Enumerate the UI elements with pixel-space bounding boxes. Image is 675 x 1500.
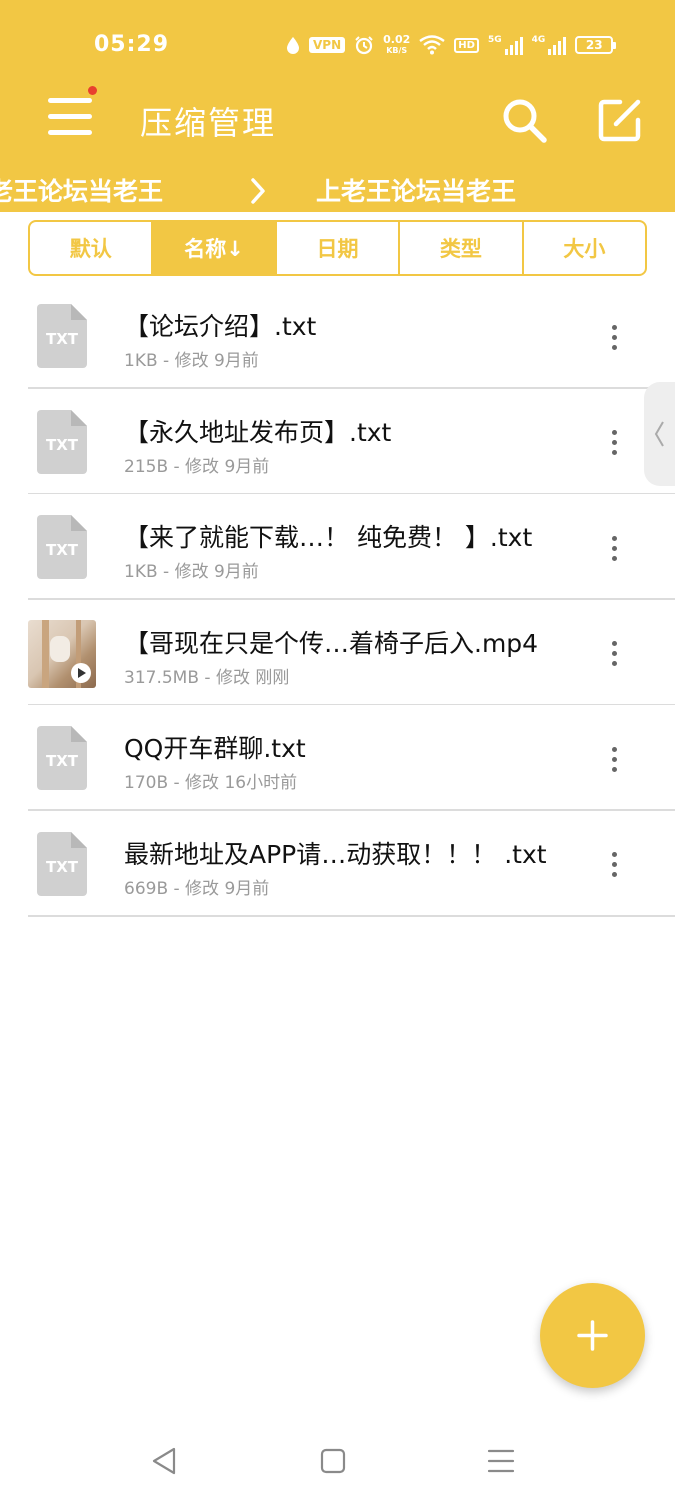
- file-row[interactable]: TXT 最新地址及APP请…动获取！！！ .txt 669B - 修改 9月前: [0, 811, 675, 917]
- sort-tab-type[interactable]: 类型: [400, 222, 524, 274]
- svg-text:TXT: TXT: [46, 858, 79, 876]
- wifi-icon: [419, 35, 445, 55]
- breadcrumb-item[interactable]: 老王论坛当老王: [0, 172, 163, 208]
- file-meta: 669B - 修改 9月前: [124, 878, 270, 899]
- svg-text:TXT: TXT: [46, 436, 79, 454]
- file-row[interactable]: 【哥现在只是个传…着椅子后入.mp4 317.5MB - 修改 刚刚: [0, 600, 675, 706]
- file-name: 最新地址及APP请…动获取！！！ .txt: [124, 839, 547, 869]
- sort-tabs: 默认 名称↓ 日期 类型 大小: [28, 220, 647, 276]
- file-name: 【哥现在只是个传…着椅子后入.mp4: [124, 628, 539, 658]
- file-name: 【论坛介绍】.txt: [124, 312, 317, 341]
- file-meta: 170B - 修改 16小时前: [124, 773, 298, 794]
- more-options-icon[interactable]: [600, 319, 628, 355]
- edit-icon[interactable]: [596, 96, 644, 144]
- more-options-icon[interactable]: [600, 425, 628, 461]
- signal-4g-icon: 4G: [532, 35, 567, 55]
- file-meta: 1KB - 修改 9月前: [124, 351, 259, 371]
- status-time: 05:29: [94, 32, 170, 57]
- txt-file-icon: TXT: [37, 831, 87, 896]
- file-meta: 317.5MB - 修改 刚刚: [124, 667, 290, 688]
- battery-level: 23: [575, 36, 614, 54]
- battery-icon: 23: [575, 36, 617, 54]
- txt-file-icon: TXT: [37, 409, 87, 474]
- app-header: 05:29 VPN 0.02 KB/S HD 5G 4G 23 压缩管理 老王论坛…: [0, 0, 675, 212]
- file-name: QQ开车群聊.txt: [124, 734, 306, 764]
- breadcrumb: 老王论坛当老王 上老王论坛当老王: [0, 168, 675, 212]
- search-icon[interactable]: [500, 96, 548, 144]
- more-options-icon[interactable]: [600, 636, 628, 672]
- chevron-left-icon: [654, 421, 664, 447]
- page-title: 压缩管理: [140, 104, 277, 142]
- sort-tab-date[interactable]: 日期: [277, 222, 401, 274]
- data-saver-icon: [287, 37, 299, 54]
- txt-file-icon: TXT: [37, 515, 87, 580]
- add-button[interactable]: [540, 1283, 645, 1388]
- file-list: TXT 【论坛介绍】.txt 1KB - 修改 9月前 TXT 【永久地址发布页…: [0, 283, 675, 917]
- chevron-right-icon: [251, 178, 265, 204]
- file-row[interactable]: TXT 【论坛介绍】.txt 1KB - 修改 9月前: [0, 283, 675, 389]
- file-name: 【永久地址发布页】.txt: [124, 417, 392, 447]
- recents-lines-icon[interactable]: [484, 1444, 518, 1478]
- file-row[interactable]: TXT 【来了就能下载…！ 纯免费！ 】.txt 1KB - 修改 9月前: [0, 494, 675, 600]
- system-nav-bar: [0, 1410, 675, 1500]
- vpn-badge: VPN: [309, 37, 346, 53]
- file-row[interactable]: TXT QQ开车群聊.txt 170B - 修改 16小时前: [0, 705, 675, 811]
- plus-icon: [577, 1320, 608, 1351]
- alarm-icon: [355, 36, 373, 55]
- video-thumbnail: [28, 619, 96, 688]
- file-row[interactable]: TXT 【永久地址发布页】.txt 215B - 修改 9月前: [0, 389, 675, 495]
- sort-tab-default[interactable]: 默认: [30, 222, 154, 274]
- sort-tab-name[interactable]: 名称↓: [153, 222, 277, 274]
- home-square-icon[interactable]: [316, 1444, 350, 1478]
- status-bar: 05:29 VPN 0.02 KB/S HD 5G 4G 23: [0, 0, 675, 90]
- signal-5g-icon: 5G: [488, 35, 523, 55]
- sort-tab-size[interactable]: 大小: [524, 222, 645, 274]
- play-icon: [71, 662, 91, 683]
- network-speed: 0.02 KB/S: [383, 33, 411, 55]
- more-options-icon[interactable]: [600, 847, 628, 883]
- notification-dot: [88, 86, 97, 95]
- svg-text:TXT: TXT: [46, 330, 79, 348]
- status-icons: VPN 0.02 KB/S HD 5G 4G 23: [286, 30, 617, 60]
- txt-file-icon: TXT: [37, 304, 87, 368]
- breadcrumb-item-current[interactable]: 上老王论坛当老王: [316, 172, 516, 208]
- txt-file-icon: TXT: [37, 726, 87, 791]
- more-options-icon[interactable]: [600, 741, 628, 777]
- file-name: 【来了就能下载…！ 纯免费！ 】.txt: [124, 523, 533, 553]
- more-options-icon[interactable]: [600, 530, 628, 566]
- svg-text:TXT: TXT: [46, 541, 79, 559]
- file-meta: 1KB - 修改 9月前: [124, 562, 259, 583]
- hamburger-menu-icon[interactable]: [48, 86, 97, 140]
- svg-text:TXT: TXT: [46, 752, 79, 770]
- back-triangle-icon[interactable]: [148, 1444, 182, 1478]
- file-meta: 215B - 修改 9月前: [124, 456, 270, 477]
- hd-voice-badge: HD: [454, 37, 479, 53]
- side-panel-handle[interactable]: [644, 382, 675, 486]
